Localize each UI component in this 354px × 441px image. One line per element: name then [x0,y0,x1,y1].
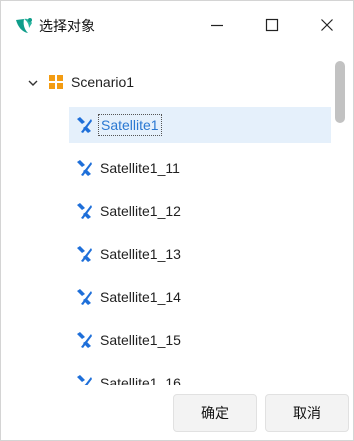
satellite-icon [75,331,93,349]
satellite-icon [75,159,93,177]
app-logo-icon [14,17,34,35]
satellite-icon [75,116,93,134]
tree-item-satellite[interactable]: Satellite1_14 [69,279,331,315]
minimize-icon [210,18,224,32]
satellite-icon [75,245,93,263]
tree-item-label: Satellite1 [98,114,162,136]
satellite-icon [75,288,93,306]
close-icon [320,18,334,32]
tree-node-label: Scenario1 [71,74,135,90]
minimize-button[interactable] [197,9,237,41]
maximize-button[interactable] [252,9,292,41]
tree-node-scenario[interactable]: Scenario1 [27,64,134,100]
ok-button[interactable]: 确定 [173,394,257,432]
maximize-icon [265,18,279,32]
tree-item-satellite[interactable]: Satellite1_15 [69,322,331,358]
close-button[interactable] [307,9,347,41]
scrollbar-thumb[interactable] [335,61,345,123]
tree-item-label: Satellite1_14 [100,289,181,305]
tree-item-satellite[interactable]: Satellite1_16 [69,365,331,385]
dialog-footer: 确定 取消 [1,385,353,440]
select-object-dialog: 选择对象 Scenario1 Satellite1 Satellite1_11 … [0,0,354,441]
tree-item-label: Satellite1_16 [100,375,181,385]
tree-item-satellite[interactable]: Satellite1_11 [69,150,331,186]
scenario-grid-icon [49,75,63,89]
title-bar: 选择对象 [1,1,353,49]
satellite-icon [75,374,93,385]
object-tree: Scenario1 Satellite1 Satellite1_11 Satel… [1,59,331,385]
window-title: 选择对象 [39,18,95,34]
chevron-down-icon[interactable] [27,76,39,88]
cancel-button[interactable]: 取消 [265,394,349,432]
tree-item-satellite[interactable]: Satellite1_13 [69,236,331,272]
tree-item-label: Satellite1_15 [100,332,181,348]
tree-item-satellite[interactable]: Satellite1_12 [69,193,331,229]
vertical-scrollbar[interactable] [334,61,346,375]
tree-item-label: Satellite1_11 [100,160,180,176]
satellite-icon [75,202,93,220]
tree-item-label: Satellite1_13 [100,246,181,262]
tree-item-label: Satellite1_12 [100,203,181,219]
tree-item-satellite[interactable]: Satellite1 [69,107,331,143]
